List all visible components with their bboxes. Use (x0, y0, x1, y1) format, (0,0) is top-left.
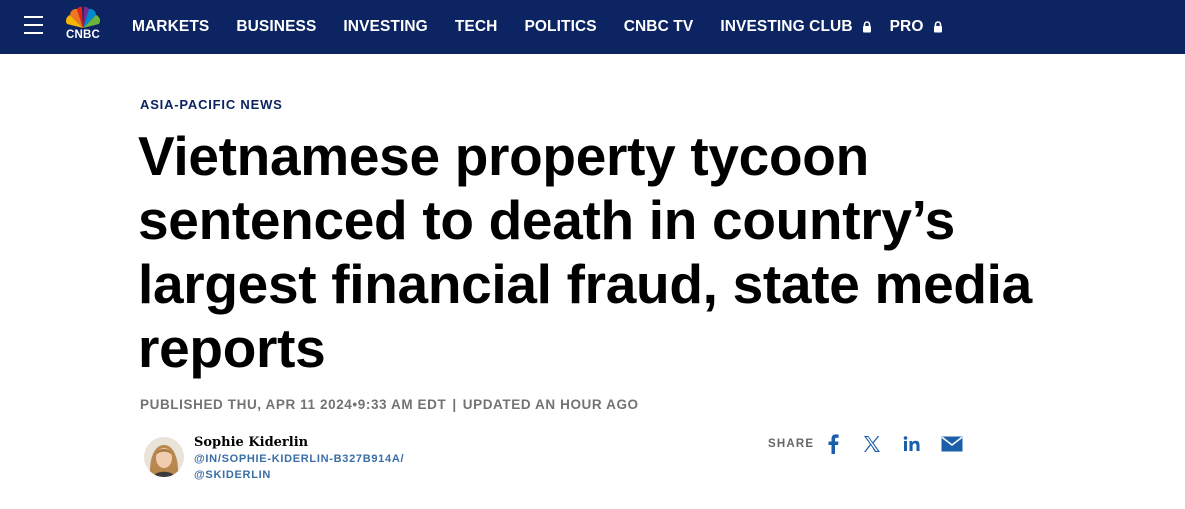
x-twitter-icon[interactable] (862, 433, 882, 455)
nav-label: INVESTING (343, 18, 428, 35)
lock-icon (862, 21, 871, 33)
menu-hamburger-icon[interactable] (24, 16, 43, 34)
nav-label: INVESTING CLUB (720, 18, 853, 35)
nav-cnbc-tv[interactable]: CNBC TV (624, 18, 694, 36)
headline-line: largest financial fraud, state media (138, 253, 1032, 315)
cnbc-logo-wordmark[interactable]: CNBC (60, 29, 106, 41)
published-time: PUBLISHED THU, APR 11 2024•9:33 AM EDT (140, 397, 447, 412)
nav-label: CNBC TV (623, 18, 694, 35)
headline-line: reports (138, 317, 326, 379)
nav-label: POLITICS (524, 18, 597, 35)
nav-markets[interactable]: MARKETS (132, 18, 209, 36)
share-label: SHARE (768, 438, 815, 450)
updated-time: UPDATED AN HOUR AGO (462, 397, 639, 412)
author-twitter-handle[interactable]: @SKIDERLIN (194, 469, 271, 481)
article-timestamp: PUBLISHED THU, APR 11 2024•9:33 AM EDT | U… (140, 397, 639, 412)
author-name[interactable]: Sophie Kiderlin (194, 435, 308, 450)
top-navigation-bar: CNBC MARKETS BUSINESS INVESTING TECH POL… (0, 0, 1185, 54)
nav-label: PRO (889, 18, 924, 35)
nav-investing-club[interactable]: INVESTING CLUB (720, 18, 871, 36)
headline-line: Vietnamese property tycoon (138, 125, 869, 187)
cnbc-peacock-logo-icon[interactable] (60, 4, 106, 48)
article-headline: Vietnamese property tycoon sentenced to … (138, 124, 1148, 380)
facebook-icon[interactable] (825, 433, 841, 455)
nav-politics[interactable]: POLITICS (524, 18, 596, 36)
nav-pro[interactable]: PRO (890, 18, 943, 36)
nav-label: MARKETS (132, 18, 210, 35)
nav-label: TECH (454, 18, 498, 35)
nav-investing[interactable]: INVESTING (343, 18, 427, 36)
timestamp-separator: | (452, 397, 457, 412)
linkedin-icon[interactable] (901, 433, 923, 455)
lock-icon (933, 21, 942, 33)
main-navigation: MARKETS BUSINESS INVESTING TECH POLITICS… (132, 0, 961, 54)
section-label[interactable]: ASIA-PACIFIC NEWS (140, 97, 283, 112)
nav-tech[interactable]: TECH (455, 18, 498, 36)
author-photo-icon (144, 437, 184, 477)
email-icon[interactable] (940, 433, 963, 455)
nav-business[interactable]: BUSINESS (236, 18, 316, 36)
author-avatar[interactable] (144, 437, 184, 477)
headline-line: sentenced to death in country’s (138, 189, 955, 251)
author-linkedin-handle[interactable]: @IN/SOPHIE-KIDERLIN-B327B914A/ (194, 453, 404, 465)
nav-label: BUSINESS (236, 18, 317, 35)
